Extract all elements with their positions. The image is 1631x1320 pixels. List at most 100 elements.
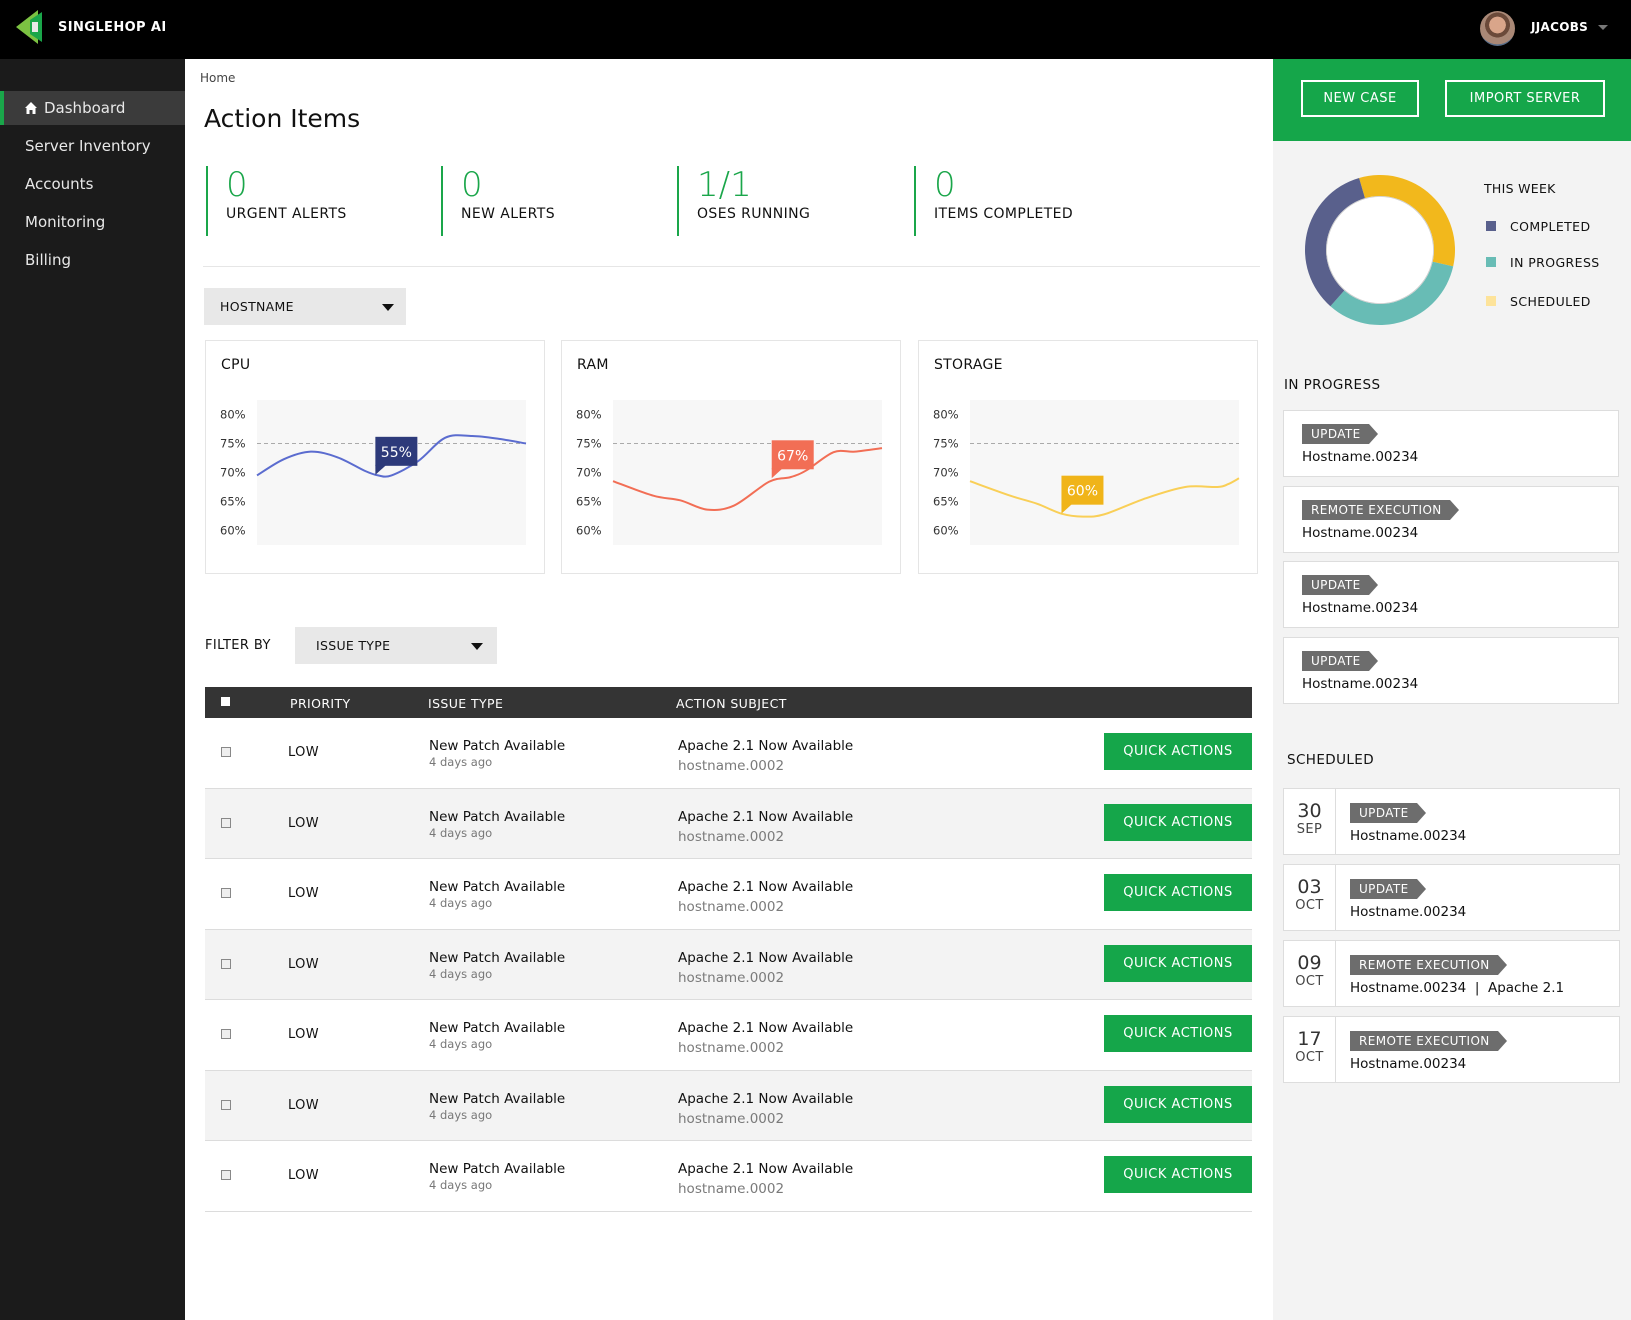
task-type-tag: UPDATE — [1302, 575, 1378, 595]
username[interactable]: JJACOBS — [1531, 20, 1588, 34]
sidebar-item-accounts[interactable]: Accounts — [0, 167, 185, 201]
row-checkbox[interactable] — [221, 747, 231, 757]
issue-type-filter-value: ISSUE TYPE — [316, 638, 391, 653]
table-row: LOW New Patch Available 4 days ago Apach… — [205, 718, 1252, 789]
scheduled-date: 03 OCT — [1284, 865, 1336, 930]
donut-hole — [1326, 196, 1434, 304]
user-menu-caret-icon[interactable] — [1598, 25, 1608, 30]
action-items-table: PRIORITY ISSUE TYPE ACTION SUBJECT LOW N… — [205, 687, 1252, 1212]
row-priority: LOW — [288, 815, 320, 831]
callout-label: 67% — [777, 448, 808, 464]
task-hostname: Hostname.00234 — [1350, 904, 1467, 920]
scheduled-date: 30 SEP — [1284, 789, 1336, 854]
in-progress-card[interactable]: REMOTE EXECUTION Hostname.00234 — [1283, 486, 1619, 553]
legend-item-scheduled: SCHEDULED — [1486, 294, 1591, 309]
task-hostname: Hostname.00234 — [1302, 676, 1419, 692]
y-tick-label: 60% — [576, 524, 602, 538]
row-checkbox[interactable] — [221, 1170, 231, 1180]
cpu-chart-card: CPU 80% 75% 70% 65% 60% 55% — [205, 340, 545, 574]
in-progress-card[interactable]: UPDATE Hostname.00234 — [1283, 410, 1619, 477]
legend-item-completed: COMPLETED — [1486, 219, 1591, 234]
in-progress-card[interactable]: UPDATE Hostname.00234 — [1283, 561, 1619, 628]
user-avatar[interactable] — [1480, 11, 1515, 46]
legend-label: SCHEDULED — [1510, 294, 1591, 309]
y-tick-label: 65% — [933, 495, 959, 509]
issue-type-filter-select[interactable]: ISSUE TYPE — [295, 627, 497, 664]
singlehop-logo-icon[interactable] — [16, 10, 46, 44]
table-header: PRIORITY ISSUE TYPE ACTION SUBJECT — [205, 687, 1252, 718]
y-tick-label: 65% — [576, 495, 602, 509]
legend-swatch — [1486, 296, 1496, 306]
row-checkbox[interactable] — [221, 817, 231, 828]
scheduled-card[interactable]: 03 OCT UPDATE Hostname.00234 — [1283, 864, 1620, 931]
ram-chart-card: RAM 80% 75% 70% 65% 60% 67% — [561, 340, 901, 574]
quick-actions-button[interactable]: QUICK ACTIONS — [1104, 1085, 1252, 1123]
table-row: LOW New Patch Available 4 days ago Apach… — [205, 788, 1252, 859]
row-priority: LOW — [288, 745, 320, 760]
scheduled-card[interactable]: 30 SEP UPDATE Hostname.00234 — [1283, 788, 1620, 855]
table-row: LOW New Patch Available 4 days ago Apach… — [205, 1141, 1252, 1212]
quick-actions-button[interactable]: QUICK ACTIONS — [1104, 944, 1252, 982]
column-header-issue-type[interactable]: ISSUE TYPE — [428, 696, 503, 711]
stat-new-alerts: 0 NEW ALERTS — [441, 166, 555, 236]
sidebar-item-billing[interactable]: Billing — [0, 243, 185, 277]
row-issue-type: New Patch Available — [429, 808, 566, 825]
quick-actions-button[interactable]: QUICK ACTIONS — [1104, 1015, 1252, 1052]
donut-legend-title: THIS WEEK — [1484, 181, 1556, 196]
sidebar-item-server-inventory[interactable]: Server Inventory — [0, 129, 185, 163]
scheduled-card[interactable]: 09 OCT REMOTE EXECUTION Hostname.00234 |… — [1283, 940, 1620, 1007]
task-type-tag: REMOTE EXECUTION — [1302, 500, 1459, 520]
storage-line-chart: 80% 75% 70% 65% 60% 60% — [933, 400, 1240, 545]
column-header-priority[interactable]: PRIORITY — [290, 696, 351, 711]
stat-label: NEW ALERTS — [461, 206, 555, 222]
breadcrumb[interactable]: Home — [200, 71, 235, 85]
scheduled-card[interactable]: 17 OCT REMOTE EXECUTION Hostname.00234 — [1283, 1016, 1620, 1083]
row-issue-type: New Patch Available — [429, 1020, 566, 1036]
new-case-button[interactable]: NEW CASE — [1301, 80, 1419, 117]
scheduled-month: SEP — [1296, 822, 1323, 837]
row-checkbox[interactable] — [221, 1029, 231, 1039]
quick-actions-button[interactable]: QUICK ACTIONS — [1104, 733, 1252, 770]
stat-value: 0 — [934, 165, 956, 205]
y-tick-label: 75% — [933, 437, 959, 451]
sidebar-item-label: Dashboard — [44, 99, 126, 117]
y-tick-label: 75% — [576, 437, 602, 451]
quick-actions-button[interactable]: QUICK ACTIONS — [1104, 803, 1252, 841]
y-tick-label: 65% — [220, 495, 246, 509]
row-checkbox[interactable] — [221, 1099, 231, 1110]
this-week-donut-chart — [1305, 175, 1455, 325]
task-type-tag: UPDATE — [1302, 424, 1378, 444]
row-issue-age: 4 days ago — [429, 825, 493, 840]
sidebar-item-label: Accounts — [25, 175, 94, 193]
plot-area — [613, 400, 882, 545]
scheduled-day: 17 — [1297, 1028, 1322, 1050]
import-server-button[interactable]: IMPORT SERVER — [1445, 80, 1605, 117]
table-row: LOW New Patch Available 4 days ago Apach… — [205, 1070, 1252, 1141]
in-progress-card[interactable]: UPDATE Hostname.00234 — [1283, 637, 1619, 704]
table-row: LOW New Patch Available 4 days ago Apach… — [205, 929, 1252, 1000]
row-issue-type: New Patch Available — [429, 879, 566, 895]
hostname-select[interactable]: HOSTNAME — [204, 288, 406, 325]
row-priority: LOW — [288, 956, 320, 972]
row-checkbox[interactable] — [221, 888, 231, 898]
home-icon — [25, 102, 37, 114]
quick-actions-button[interactable]: QUICK ACTIONS — [1104, 874, 1252, 911]
row-hostname: hostname.0002 — [678, 1040, 785, 1056]
row-issue-age: 4 days ago — [429, 755, 493, 769]
row-hostname: hostname.0002 — [678, 1110, 785, 1127]
stat-value: 1/1 — [697, 165, 752, 205]
select-all-checkbox[interactable] — [221, 697, 230, 706]
sidebar-item-dashboard[interactable]: Dashboard — [0, 91, 185, 125]
row-issue-type: New Patch Available — [429, 949, 566, 966]
cpu-line-chart: 80% 75% 70% 65% 60% 55% — [220, 400, 527, 545]
task-hostname: Hostname.00234 — [1350, 1056, 1467, 1072]
scheduled-date: 17 OCT — [1284, 1017, 1336, 1082]
sidebar-item-monitoring[interactable]: Monitoring — [0, 205, 185, 239]
legend-label: COMPLETED — [1510, 219, 1591, 234]
page-title: Action Items — [204, 104, 361, 133]
column-header-action-subject[interactable]: ACTION SUBJECT — [676, 696, 787, 711]
quick-actions-button[interactable]: QUICK ACTIONS — [1104, 1156, 1252, 1193]
row-checkbox[interactable] — [221, 958, 231, 969]
chevron-down-icon — [382, 303, 394, 311]
chevron-down-icon — [471, 642, 483, 650]
